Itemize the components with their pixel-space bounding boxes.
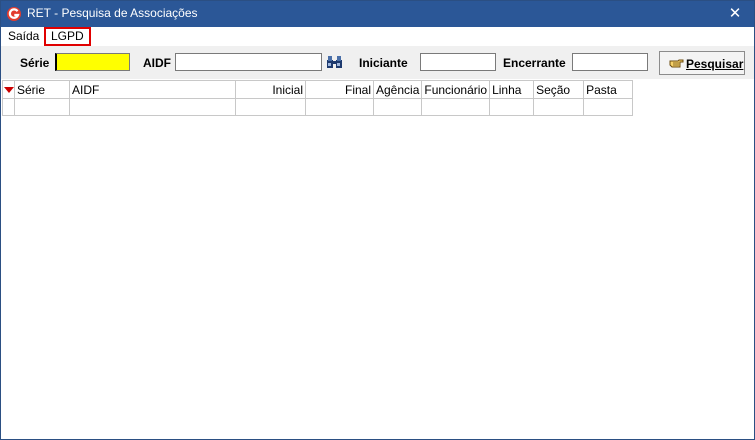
- table-cell[interactable]: [14, 98, 70, 116]
- menu-item-saida[interactable]: Saída: [8, 29, 39, 43]
- menu-bar: Saída LGPD: [1, 27, 754, 46]
- serie-input[interactable]: [55, 53, 130, 71]
- row-indicator: [2, 98, 15, 116]
- encerrante-label: Encerrante: [503, 56, 566, 70]
- grid-header-row: Série AIDF Inicial Final Agência Funcion…: [2, 80, 634, 99]
- column-header-funcionario[interactable]: Funcionário: [421, 80, 491, 99]
- column-header-linha[interactable]: Linha: [489, 80, 535, 99]
- table-cell[interactable]: [533, 98, 585, 116]
- table-cell[interactable]: [235, 98, 306, 116]
- table-cell[interactable]: [69, 98, 236, 116]
- binoculars-icon[interactable]: [326, 55, 344, 71]
- window-title: RET - Pesquisa de Associações: [27, 6, 198, 20]
- column-header-serie[interactable]: Série: [14, 80, 70, 99]
- column-header-pasta[interactable]: Pasta: [583, 80, 634, 99]
- results-grid-area: Série AIDF Inicial Final Agência Funcion…: [1, 79, 754, 439]
- iniciante-label: Iniciante: [359, 56, 408, 70]
- results-grid[interactable]: Série AIDF Inicial Final Agência Funcion…: [2, 80, 634, 116]
- table-cell[interactable]: [305, 98, 374, 116]
- serie-label: Série: [20, 56, 50, 70]
- table-row[interactable]: [2, 98, 634, 116]
- pesquisar-button[interactable]: Pesquisar: [659, 51, 745, 75]
- table-cell[interactable]: [489, 98, 535, 116]
- column-header-secao[interactable]: Seção: [533, 80, 585, 99]
- hand-pointer-icon: [669, 59, 684, 68]
- column-header-aidf[interactable]: AIDF: [69, 80, 236, 99]
- close-icon[interactable]: ✕: [720, 1, 750, 27]
- search-toolbar: Série AIDF Iniciante Encerrante Pesquisa…: [1, 46, 754, 79]
- table-cell[interactable]: [372, 98, 423, 116]
- pesquisar-label: Pesquisar: [686, 57, 744, 71]
- table-cell[interactable]: [583, 98, 634, 116]
- table-cell[interactable]: [421, 98, 491, 116]
- column-header-agencia[interactable]: Agência: [372, 80, 423, 99]
- column-header-inicial[interactable]: Inicial: [235, 80, 306, 99]
- aidf-label: AIDF: [143, 56, 171, 70]
- app-window: RET - Pesquisa de Associações ✕ Saída LG…: [0, 0, 755, 440]
- sort-indicator-icon[interactable]: [2, 80, 15, 99]
- title-bar[interactable]: RET - Pesquisa de Associações ✕: [1, 1, 754, 27]
- menu-item-lgpd[interactable]: LGPD: [44, 27, 91, 46]
- aidf-input[interactable]: [175, 53, 322, 71]
- column-header-final[interactable]: Final: [305, 80, 374, 99]
- iniciante-input[interactable]: [420, 53, 496, 71]
- encerrante-input[interactable]: [572, 53, 648, 71]
- app-logo-icon: [7, 7, 21, 21]
